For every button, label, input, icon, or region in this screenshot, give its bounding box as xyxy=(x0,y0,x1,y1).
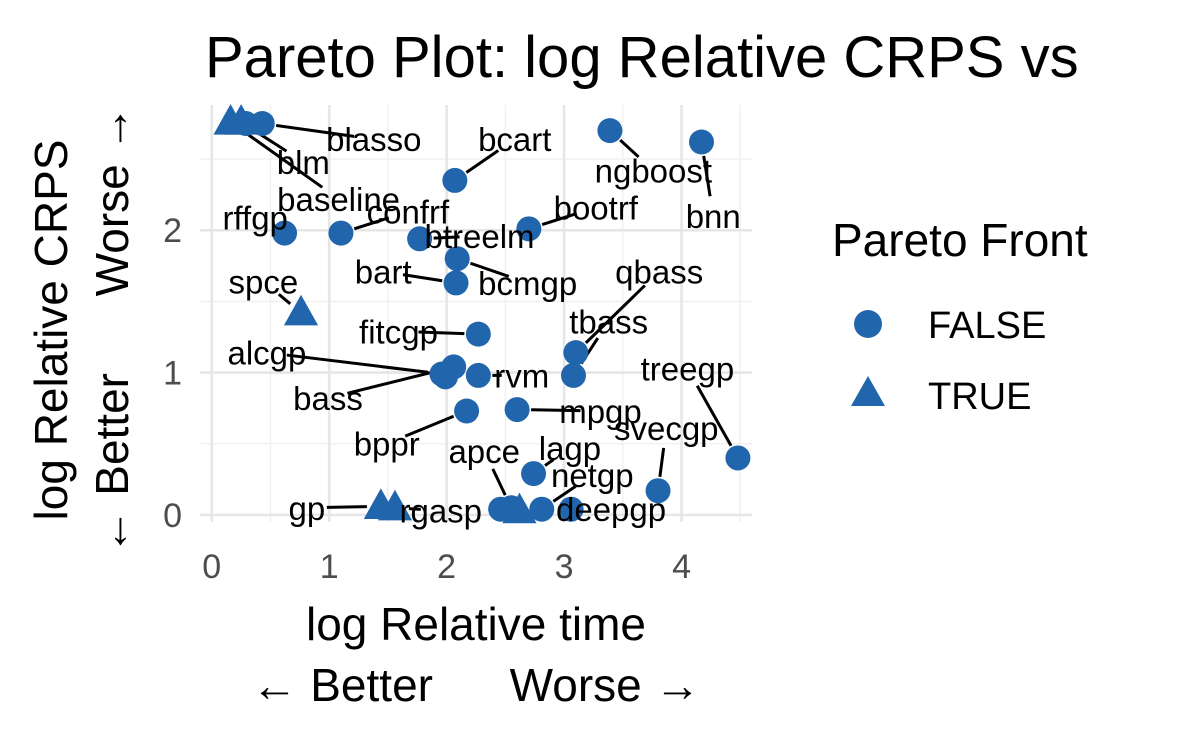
point-circle-bcart xyxy=(442,167,468,193)
point-circle-mpgp xyxy=(504,397,530,423)
y-tick-label-1: 1 xyxy=(163,355,182,393)
point-label-blm: blm xyxy=(277,144,330,181)
leader-line-svecgp xyxy=(658,447,666,478)
point-circle-treegp xyxy=(725,445,751,471)
point-circle-bnn xyxy=(688,129,714,155)
point-label-bootrf: bootrf xyxy=(554,189,639,226)
x-tick-label-2: 2 xyxy=(437,548,456,586)
point-label-bcmgp: bcmgp xyxy=(478,265,577,302)
legend-circle-icon xyxy=(854,310,882,338)
point-circle-fitcgp xyxy=(465,321,491,347)
x-axis-direction: ← Better Worse → xyxy=(251,659,700,711)
x-axis-label: log Relative time xyxy=(306,598,646,650)
pareto-scatter-chart: Pareto Plot: log Relative CRPS vs blasso… xyxy=(25,25,1088,711)
y-tick-label-2: 2 xyxy=(163,212,182,250)
point-label-ngboost: ngboost xyxy=(595,152,712,189)
legend-triangle-icon xyxy=(851,376,885,406)
y-axis-direction: ← Better Worse → xyxy=(86,105,138,554)
x-tick-label-0: 0 xyxy=(202,548,221,586)
point-label-blasso: blasso xyxy=(326,121,421,158)
point-label-deepgp: deepgp xyxy=(556,491,666,528)
point-label-bcart: bcart xyxy=(478,121,551,158)
point-label-rgasp: rgasp xyxy=(399,493,482,530)
chart-title: Pareto Plot: log Relative CRPS vs xyxy=(205,25,1079,90)
legend-label-true: TRUE xyxy=(928,376,1031,418)
y-axis-label: log Relative CRPS xyxy=(25,140,77,521)
x-tick-label-1: 1 xyxy=(320,548,339,586)
point-circle-rvm xyxy=(465,362,491,388)
point-label-rvm: rvm xyxy=(494,357,549,394)
leader-line-gp xyxy=(326,505,367,509)
point-circle-ngboost xyxy=(597,118,623,144)
point-label-bass: bass xyxy=(293,380,363,417)
point-label-netgp: netgp xyxy=(551,457,634,494)
point-label-qbass: qbass xyxy=(615,254,703,291)
point-circle-bart xyxy=(443,270,469,296)
legend-title: Pareto Front xyxy=(832,214,1088,266)
point-label-bnn: bnn xyxy=(686,198,741,235)
y-tick-labels: 0 1 2 xyxy=(163,212,182,535)
x-tick-label-3: 3 xyxy=(555,548,574,586)
point-label-fitcgp: fitcgp xyxy=(359,313,438,350)
point-label-bart: bart xyxy=(355,254,412,291)
point-circle-qbass xyxy=(563,340,589,366)
point-circle-confrf xyxy=(328,220,354,246)
leader-line-apce xyxy=(491,468,507,496)
point-circle-bppr xyxy=(454,398,480,424)
point-label-rffgp: rffgp xyxy=(222,199,287,236)
point-label-spce: spce xyxy=(229,263,299,300)
point-circle-a4 xyxy=(233,111,259,137)
point-label-alcgp: alcgp xyxy=(227,335,306,372)
x-tick-label-4: 4 xyxy=(672,548,691,586)
point-label-treegp: treegp xyxy=(641,350,735,387)
point-label-tbass: tbass xyxy=(569,303,648,340)
point-label-apce: apce xyxy=(448,433,520,470)
point-circle-tbass xyxy=(560,362,586,388)
point-label-btreelm: btreelm xyxy=(424,218,534,255)
point-label-bppr: bppr xyxy=(354,426,420,463)
x-tick-labels: 0 1 2 3 4 xyxy=(202,548,691,586)
legend: Pareto Front FALSE TRUE xyxy=(832,214,1088,418)
legend-label-false: FALSE xyxy=(928,305,1046,347)
point-label-gp: gp xyxy=(289,490,326,527)
leader-line-alcgp xyxy=(286,353,429,374)
point-label-svecgp: svecgp xyxy=(614,410,719,447)
y-tick-label-0: 0 xyxy=(163,497,182,535)
point-circle-a3 xyxy=(432,364,458,390)
